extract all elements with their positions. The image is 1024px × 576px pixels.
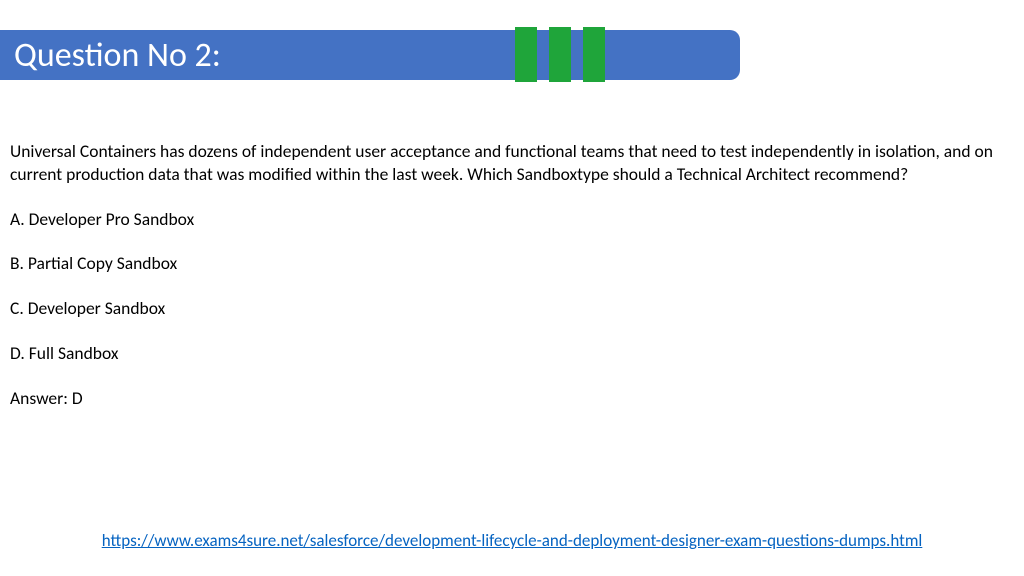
decorative-stripes [515,27,605,82]
question-title: Question No 2: [14,35,221,76]
question-text: Universal Containers has dozens of indep… [10,140,1004,186]
option-d: D. Full Sandbox [10,342,1004,365]
title-bar: Question No 2: [0,30,740,80]
option-a: A. Developer Pro Sandbox [10,208,1004,231]
option-c: C. Developer Sandbox [10,297,1004,320]
option-b: B. Partial Copy Sandbox [10,252,1004,275]
answer-text: Answer: D [10,387,1004,410]
stripe-icon [515,27,537,82]
content-area: Universal Containers has dozens of indep… [10,140,1004,409]
stripe-icon [583,27,605,82]
source-link[interactable]: https://www.exams4sure.net/salesforce/de… [102,530,923,551]
stripe-icon [549,27,571,82]
footer-link-container: https://www.exams4sure.net/salesforce/de… [0,530,1024,551]
